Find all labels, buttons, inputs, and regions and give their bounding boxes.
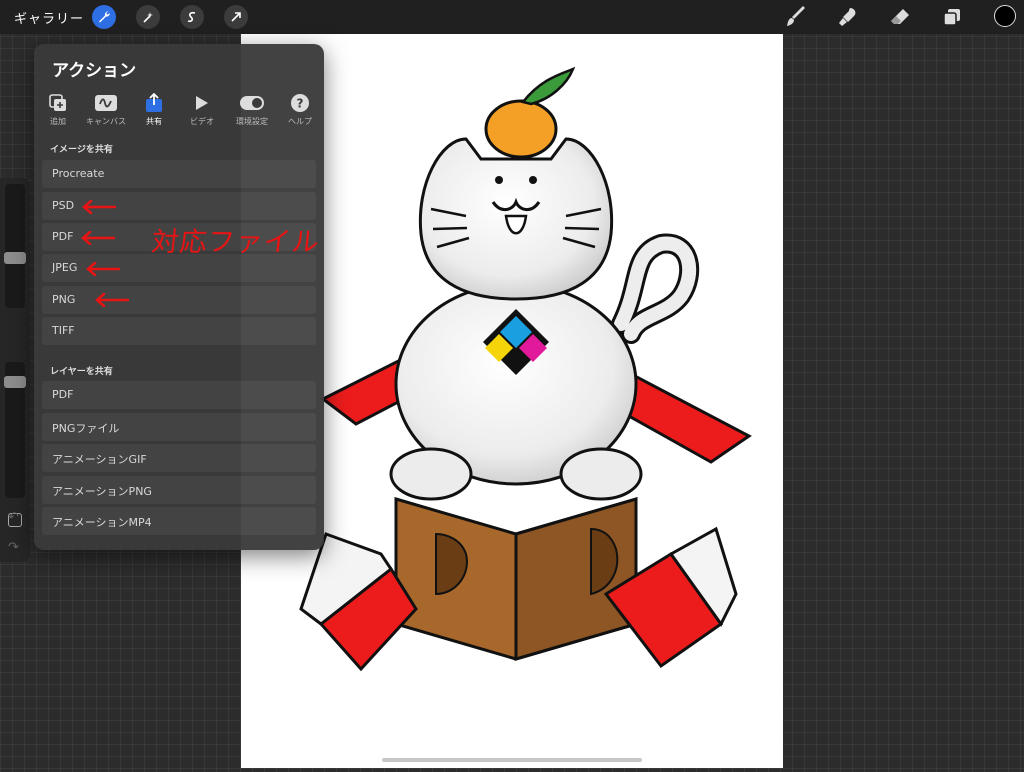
tab-label: ビデオ <box>190 117 214 126</box>
redo-icon[interactable]: ↷ <box>8 540 19 555</box>
item-label: PNG <box>52 293 76 306</box>
red-arrow-icon <box>95 293 129 307</box>
tab-preferences[interactable]: 環境設定 <box>230 92 274 127</box>
layer-item-animated-gif[interactable]: アニメーションGIF <box>42 444 316 472</box>
layer-item-animated-png[interactable]: アニメーションPNG <box>42 476 316 504</box>
item-label: PDF <box>52 388 74 401</box>
magic-wand-icon[interactable] <box>136 5 160 29</box>
section-heading-share-layers: レイヤーを共有 <box>50 367 113 377</box>
brush-size-slider[interactable] <box>5 184 25 308</box>
item-label: アニメーションPNG <box>52 485 152 498</box>
help-icon: ? <box>278 92 322 114</box>
item-label: アニメーションGIF <box>52 453 147 466</box>
layer-item-animated-mp4[interactable]: アニメーションMP4 <box>42 507 316 535</box>
tab-add[interactable]: 追加 <box>36 92 80 127</box>
left-sidebar: ↶ ↷ <box>0 178 30 562</box>
tab-label: 環境設定 <box>236 117 268 126</box>
section-heading-share-image: イメージを共有 <box>50 145 113 155</box>
color-swatch[interactable] <box>994 5 1016 27</box>
gallery-button[interactable]: ギャラリー <box>14 8 84 27</box>
layer-item-png-files[interactable]: PNGファイル <box>42 413 316 441</box>
item-label: PDF <box>52 230 74 243</box>
canvas-icon <box>84 92 128 114</box>
item-label: TIFF <box>52 324 75 337</box>
red-arrow-icon <box>81 231 115 245</box>
toggle-icon <box>230 92 274 114</box>
red-arrow-icon <box>82 200 116 214</box>
share-item-png[interactable]: PNG <box>42 286 316 314</box>
tab-label: ヘルプ <box>288 117 312 126</box>
item-label: Procreate <box>52 167 105 180</box>
tab-help[interactable]: ? ヘルプ <box>278 92 322 127</box>
brush-icon[interactable] <box>784 6 808 28</box>
layer-item-pdf[interactable]: PDF <box>42 381 316 409</box>
tab-canvas[interactable]: キャンバス <box>84 92 128 127</box>
opacity-thumb[interactable] <box>4 376 26 388</box>
transform-arrow-icon[interactable] <box>224 5 248 29</box>
home-indicator <box>382 758 642 762</box>
tab-label: 追加 <box>50 117 66 126</box>
item-label: PSD <box>52 199 75 212</box>
item-label: PNGファイル <box>52 422 120 435</box>
handwritten-annotation: 対応ファイル <box>150 227 322 258</box>
tab-share[interactable]: 共有 <box>132 92 176 127</box>
tab-label: キャンバス <box>86 117 126 126</box>
tab-label: 共有 <box>146 117 162 126</box>
undo-icon[interactable]: ↶ <box>8 510 19 525</box>
share-item-tiff[interactable]: TIFF <box>42 317 316 345</box>
svg-text:?: ? <box>297 97 304 111</box>
share-item-procreate[interactable]: Procreate <box>42 160 316 188</box>
eraser-icon[interactable] <box>888 6 912 28</box>
add-image-icon <box>36 92 80 114</box>
actions-panel: アクション 追加 キャンバス 共有 ビデオ 環境設定 ? ヘルプ イメージを共有… <box>34 44 324 550</box>
tab-video[interactable]: ビデオ <box>180 92 224 127</box>
layers-icon[interactable] <box>940 6 964 28</box>
item-label: アニメーションMP4 <box>52 516 152 529</box>
play-icon <box>180 92 224 114</box>
panel-title: アクション <box>52 61 137 81</box>
brush-size-thumb[interactable] <box>4 252 26 264</box>
smudge-icon[interactable] <box>836 6 860 28</box>
item-label: JPEG <box>52 261 78 274</box>
selection-icon[interactable] <box>180 5 204 29</box>
share-icon <box>132 92 176 114</box>
wrench-icon[interactable] <box>92 5 116 29</box>
red-arrow-icon <box>86 262 120 276</box>
top-toolbar: ギャラリー <box>0 0 1024 34</box>
